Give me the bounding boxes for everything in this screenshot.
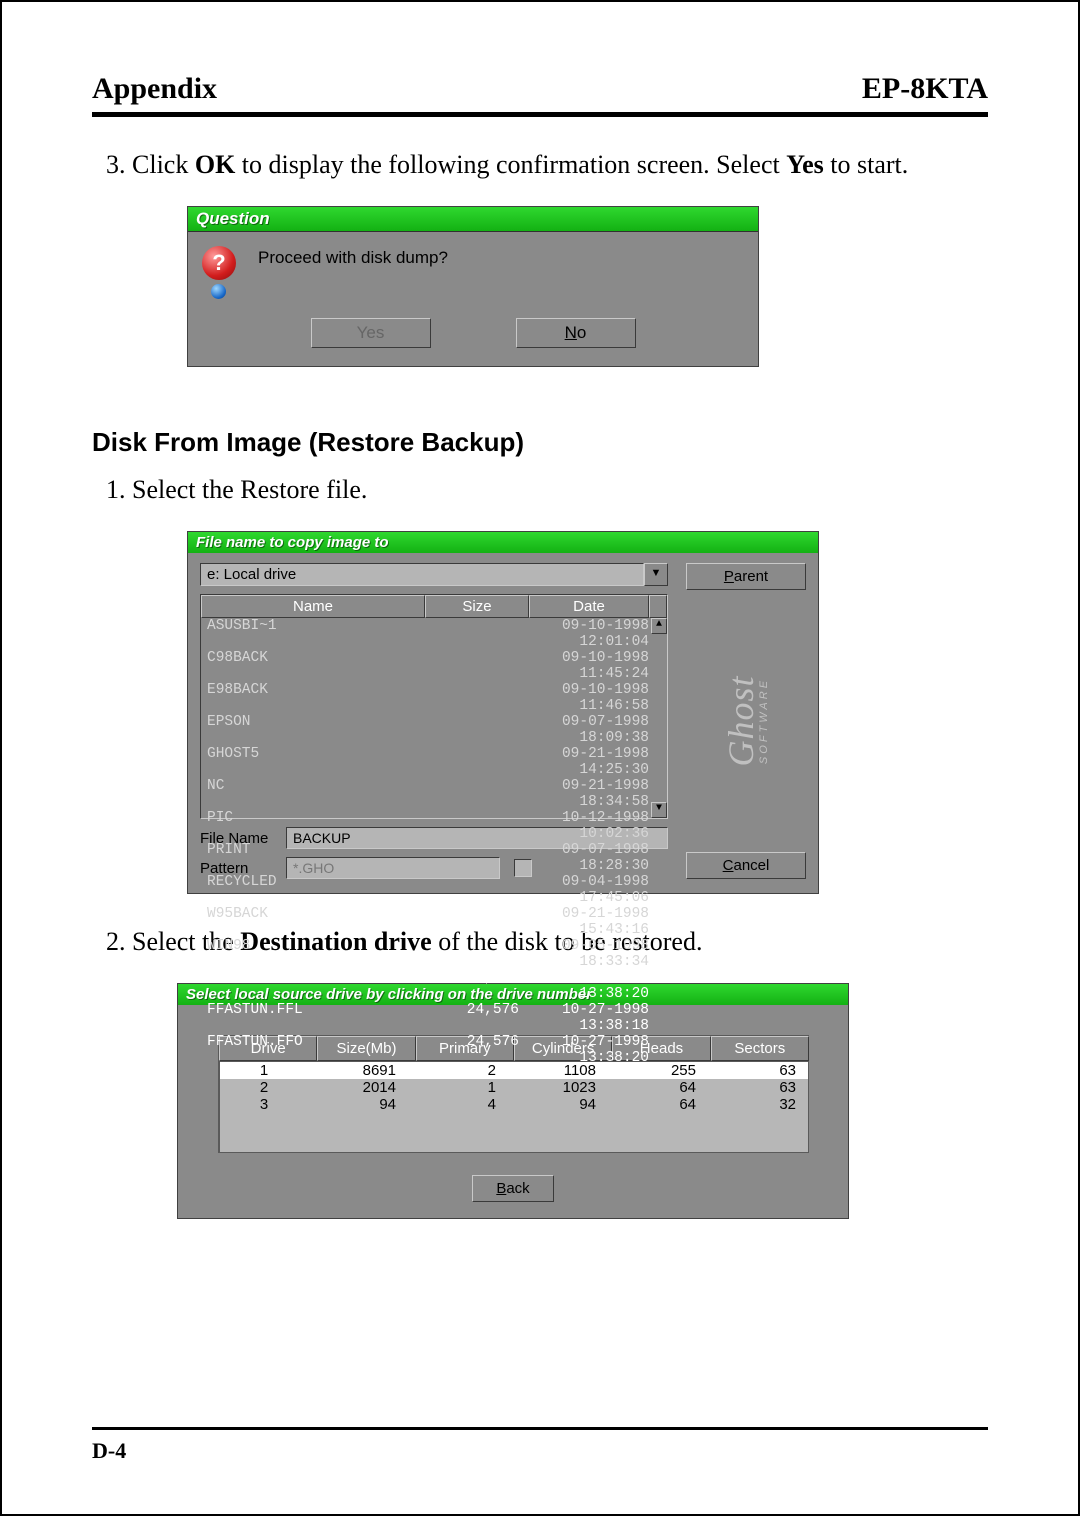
- page-number: D-4: [92, 1438, 988, 1464]
- back-button[interactable]: Back: [472, 1175, 554, 1202]
- file-row[interactable]: NC09-21-1998 18:34:58: [201, 778, 667, 810]
- file-row[interactable]: EPSON09-07-1998 18:09:38: [201, 714, 667, 746]
- parent-button[interactable]: Parent: [686, 563, 806, 590]
- file-row[interactable]: W95BACK09-21-1998 15:43:16: [201, 906, 667, 938]
- header-rule: [92, 112, 988, 117]
- yes-button[interactable]: Yes: [311, 318, 431, 348]
- footer-rule: [92, 1427, 988, 1430]
- file-row[interactable]: FFASTUN.FFL24,57610-27-1998 13:38:18: [201, 1002, 667, 1034]
- step-1: Select the Restore file.: [132, 472, 988, 507]
- question-dialog: Question Proceed with disk dump? Yes No: [187, 206, 759, 367]
- col-date[interactable]: Date: [529, 595, 649, 618]
- ghost-logo: Ghost SOFTWARE: [625, 661, 867, 781]
- no-button[interactable]: No: [516, 318, 636, 348]
- drive-select[interactable]: e: Local drive: [200, 563, 644, 586]
- file-row[interactable]: PIC10-12-1998 10:02:36: [201, 810, 667, 842]
- col-size[interactable]: Size: [425, 595, 529, 618]
- dialog-title: Question: [188, 207, 758, 232]
- section-title: Disk From Image (Restore Backup): [92, 427, 988, 458]
- file-row[interactable]: FFASTUN.FFA4,37910-27-1998 13:38:20: [201, 970, 667, 1002]
- question-icon: [202, 246, 238, 300]
- dialog-title: File name to copy image to: [188, 532, 818, 553]
- file-row[interactable]: FFASTUN.FFO24,57610-27-1998 13:38:20: [201, 1034, 667, 1066]
- header-right: EP-8KTA: [862, 72, 988, 106]
- scroll-down-icon[interactable]: ▼: [651, 802, 667, 818]
- step-3: Click OK to display the following confir…: [132, 147, 988, 182]
- file-row[interactable]: E98BACK09-10-1998 11:46:58: [201, 682, 667, 714]
- file-row[interactable]: WIN9809-05-1998 18:33:34: [201, 938, 667, 970]
- file-row[interactable]: C98BACK09-10-1998 11:45:24: [201, 650, 667, 682]
- file-row[interactable]: ASUSBI~109-10-1998 12:01:04: [201, 618, 667, 650]
- dialog-message: Proceed with disk dump?: [258, 248, 448, 268]
- col-name[interactable]: Name: [201, 595, 425, 618]
- file-dialog: File name to copy image to e: Local driv…: [187, 531, 819, 894]
- file-row[interactable]: RECYCLED09-04-1998 17:45:06: [201, 874, 667, 906]
- drive-row[interactable]: 3944946432: [220, 1096, 808, 1113]
- drive-dropdown-button[interactable]: ▼: [644, 563, 668, 586]
- col-sectors[interactable]: Sectors: [711, 1036, 809, 1061]
- file-row[interactable]: PRINT09-07-1998 18:28:30: [201, 842, 667, 874]
- file-row[interactable]: GHOST509-21-1998 14:25:30: [201, 746, 667, 778]
- scroll-up-icon[interactable]: ▲: [651, 618, 667, 634]
- header-left: Appendix: [92, 72, 217, 106]
- drive-row[interactable]: 22014110236463: [220, 1079, 808, 1096]
- cancel-button[interactable]: Cancel: [686, 852, 806, 879]
- file-list[interactable]: Name Size Date ASUSBI~109-10-1998 12:01:…: [200, 594, 668, 819]
